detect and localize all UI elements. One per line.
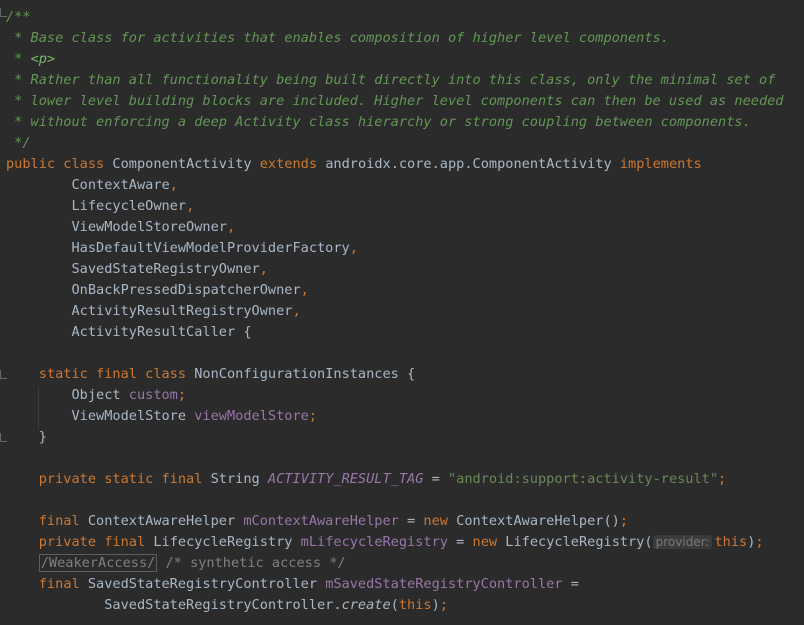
code-line-text: * Base class for activities that enables…	[6, 28, 669, 49]
code-line-text: ActivityResultRegistryOwner,	[6, 301, 301, 322]
code-token: String	[210, 471, 268, 487]
code-token: new	[472, 534, 506, 550]
code-token: /WeakerAccess/	[38, 554, 158, 572]
code-line-text: LifecycleOwner,	[6, 196, 194, 217]
code-token: =	[423, 471, 448, 487]
code-token: (	[390, 597, 399, 613]
code-token: * Base class for activities that enables…	[6, 30, 669, 46]
code-token: ViewModelStoreOwner	[6, 219, 227, 235]
code-token: =	[398, 513, 424, 529]
code-token: public class	[6, 156, 113, 172]
code-token: androidx.core.app.ComponentActivity	[325, 156, 620, 172]
code-token: * without enforcing a deep Activity clas…	[6, 114, 751, 130]
parameter-hint: provider:	[652, 535, 713, 549]
code-token: ,	[226, 219, 236, 235]
code-token: =	[562, 576, 579, 592]
code-token: }	[6, 429, 47, 445]
code-line-text: ActivityResultCaller {	[6, 322, 252, 343]
code-token: * lower level building blocks are includ…	[6, 93, 784, 109]
code-token: final	[6, 513, 88, 529]
code-token: ContextAwareHelper	[87, 513, 244, 529]
code-token: private final	[6, 534, 154, 550]
code-line-text: }	[6, 427, 47, 448]
code-token: ,	[292, 303, 301, 319]
code-token: ContextAware	[6, 177, 170, 193]
code-line-text: static final class NonConfigurationInsta…	[6, 364, 416, 385]
code-editor[interactable]: /** * Base class for activities that ena…	[0, 0, 804, 625]
code-token: this	[398, 597, 432, 613]
code-token: HasDefaultViewModelProviderFactory	[6, 240, 350, 256]
code-line-text: SavedStateRegistryController.create(this…	[6, 595, 448, 616]
code-token: final	[6, 576, 88, 592]
code-line-text: ViewModelStoreOwner,	[6, 217, 235, 238]
code-line-text: * lower level building blocks are includ…	[6, 91, 784, 112]
code-token: implements	[619, 156, 702, 172]
code-token: */	[6, 135, 31, 151]
code-line-text: final ContextAwareHelper mContextAwareHe…	[6, 511, 628, 532]
code-token: /* synthetic access */	[157, 555, 346, 571]
code-line-text: /WeakerAccess/ /* synthetic access */	[6, 553, 346, 574]
code-line-text: private static final String ACTIVITY_RES…	[6, 469, 727, 490]
code-line-text: /**	[6, 7, 31, 28]
code-token: private static final	[6, 471, 211, 487]
code-token: ACTIVITY_RESULT_TAG	[267, 471, 424, 487]
code-token: LifecycleRegistry	[153, 534, 301, 550]
code-token: extends	[259, 156, 326, 172]
code-token: ;	[755, 534, 764, 550]
code-token: viewModelStore	[194, 408, 309, 424]
code-token: new	[423, 513, 457, 529]
code-token: <p>	[30, 51, 56, 67]
code-token: OnBackPressedDispatcherOwner	[6, 282, 301, 298]
code-token: ,	[259, 261, 268, 277]
code-token: mContextAwareHelper	[243, 513, 399, 529]
code-line-text: * without enforcing a deep Activity clas…	[6, 112, 751, 133]
code-token: SavedStateRegistryOwner	[6, 261, 260, 277]
code-line-text: public class ComponentActivity extends a…	[6, 154, 702, 175]
code-line-text: HasDefaultViewModelProviderFactory,	[6, 238, 358, 259]
code-token: LifecycleRegistry(	[505, 534, 653, 550]
code-token: ComponentActivity	[112, 156, 260, 172]
code-token: ;	[308, 408, 318, 424]
code-token: SavedStateRegistryController	[87, 576, 326, 592]
code-token: ;	[439, 597, 448, 613]
code-token: ;	[619, 513, 629, 529]
code-line-text: private final LifecycleRegistry mLifecyc…	[6, 532, 764, 553]
code-token: static final class	[6, 366, 195, 382]
code-token: this	[714, 534, 748, 550]
code-token: * Rather than all functionality being bu…	[6, 72, 776, 88]
code-line-text: ContextAware,	[6, 175, 178, 196]
code-token: ,	[169, 177, 178, 193]
code-token: ViewModelStore	[6, 408, 195, 424]
code-line-text: SavedStateRegistryOwner,	[6, 259, 268, 280]
code-line-text: * Rather than all functionality being bu…	[6, 70, 775, 91]
code-line-text: * <p>	[6, 49, 55, 70]
code-token: Object	[6, 387, 129, 403]
code-token: /**	[6, 9, 31, 25]
code-token: ;	[177, 387, 187, 403]
code-line-text: ViewModelStore viewModelStore;	[6, 406, 317, 427]
code-token: mLifecycleRegistry	[300, 534, 448, 550]
code-token: ,	[300, 282, 309, 298]
code-token: ContextAwareHelper()	[456, 513, 620, 529]
code-line-text: Object custom;	[6, 385, 186, 406]
code-token: mSavedStateRegistryController	[325, 576, 563, 592]
code-line-text: */	[6, 133, 31, 154]
code-line-text: final SavedStateRegistryController mSave…	[6, 574, 579, 595]
code-token: =	[447, 534, 473, 550]
code-token: SavedStateRegistryController.	[6, 597, 342, 613]
code-token: NonConfigurationInstances {	[194, 366, 416, 382]
code-token: )	[431, 597, 440, 613]
code-line-text: OnBackPressedDispatcherOwner,	[6, 280, 309, 301]
code-token: custom	[128, 387, 178, 403]
code-token: ActivityResultRegistryOwner	[6, 303, 293, 319]
code-token: ,	[349, 240, 358, 256]
code-token: create	[341, 597, 391, 613]
code-token: "android:support:activity-result"	[447, 471, 719, 487]
code-token: ActivityResultCaller {	[6, 324, 252, 340]
code-token: ,	[186, 198, 195, 214]
code-token: ;	[718, 471, 727, 487]
code-token: *	[6, 51, 31, 67]
code-token: LifecycleOwner	[6, 198, 187, 214]
